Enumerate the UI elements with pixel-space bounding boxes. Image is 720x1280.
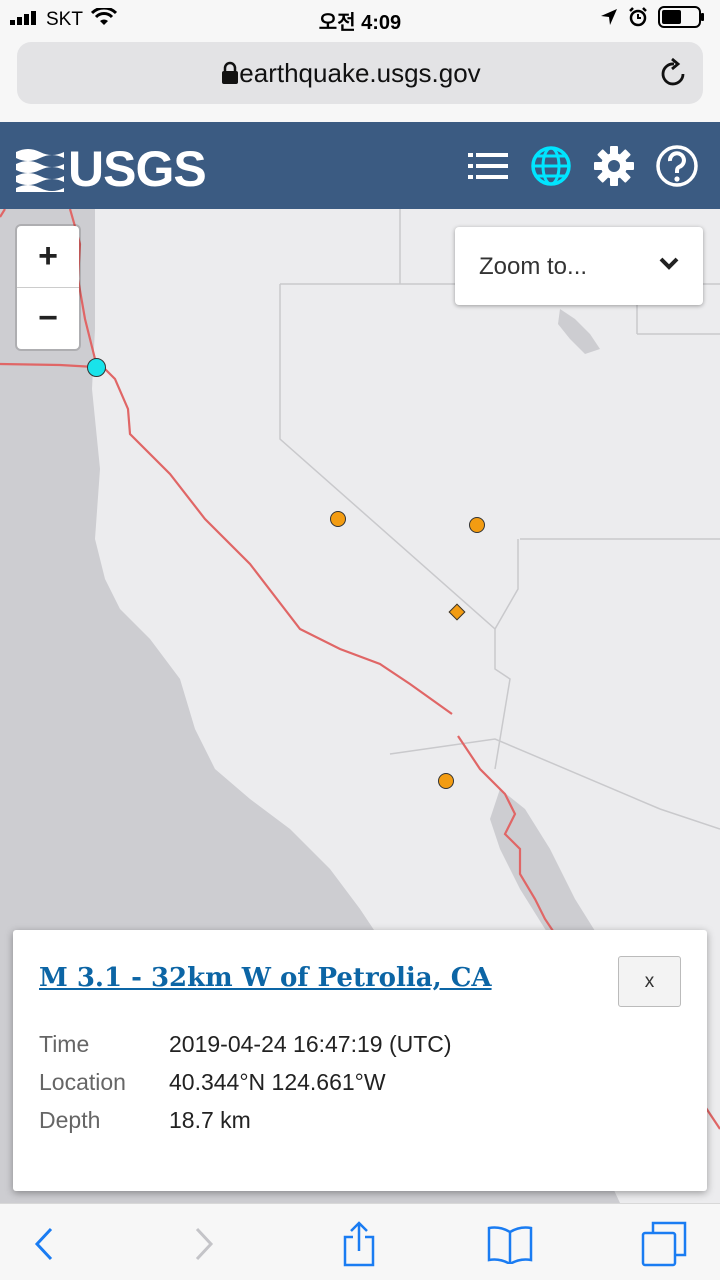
zoom-to-label: Zoom to... <box>479 253 588 280</box>
usgs-logo[interactable]: USGS <box>16 140 207 198</box>
share-icon[interactable] <box>335 1220 383 1268</box>
gear-icon[interactable] <box>592 144 636 188</box>
close-button[interactable]: x <box>618 956 681 1007</box>
forward-icon[interactable] <box>180 1220 228 1268</box>
depth-row: Depth 18.7 km <box>39 1107 251 1134</box>
time-label: Time <box>39 1031 90 1057</box>
chevron-down-icon <box>659 257 679 276</box>
earthquake-marker[interactable] <box>438 773 454 789</box>
earthquake-title-link[interactable]: M 3.1 - 32km W of Petrolia, CA <box>39 963 492 993</box>
tabs-icon[interactable] <box>640 1220 688 1268</box>
bookmarks-icon[interactable] <box>486 1220 534 1268</box>
zoom-out-button[interactable]: − <box>17 287 79 348</box>
zoom-to-select[interactable]: Zoom to... <box>455 227 703 305</box>
logo-text: USGS <box>68 141 207 197</box>
earthquake-marker[interactable] <box>469 517 485 533</box>
back-icon[interactable] <box>20 1220 68 1268</box>
location-row: Location 40.344°N 124.661°W <box>39 1069 386 1096</box>
browser-toolbar <box>0 1203 720 1280</box>
battery-icon <box>658 6 706 33</box>
url-text: earthquake.usgs.gov <box>239 58 481 88</box>
site-header: USGS <box>0 122 720 209</box>
earthquake-popup: M 3.1 - 32km W of Petrolia, CA x Time 201… <box>13 930 707 1191</box>
globe-icon[interactable] <box>529 144 573 188</box>
location-arrow-icon <box>600 8 618 31</box>
earthquake-marker[interactable] <box>330 511 346 527</box>
time-row: Time 2019-04-24 16:47:19 (UTC) <box>39 1031 452 1058</box>
location-value: 40.344°N 124.661°W <box>169 1069 386 1095</box>
address-bar[interactable]: earthquake.usgs.gov <box>17 42 703 104</box>
selected-earthquake-marker[interactable] <box>87 358 106 377</box>
status-bar: SKT 오전 4:09 <box>0 0 720 36</box>
list-icon[interactable] <box>466 144 510 188</box>
depth-value: 18.7 km <box>169 1107 251 1133</box>
zoom-in-button[interactable]: + <box>17 226 79 287</box>
reload-icon[interactable] <box>659 56 689 93</box>
time-value: 2019-04-24 16:47:19 (UTC) <box>169 1031 452 1057</box>
location-label: Location <box>39 1069 126 1095</box>
help-icon[interactable] <box>655 144 699 188</box>
alarm-icon <box>628 7 648 32</box>
zoom-control: + − <box>17 226 79 349</box>
usgs-waves-icon <box>16 149 64 192</box>
depth-label: Depth <box>39 1107 101 1133</box>
